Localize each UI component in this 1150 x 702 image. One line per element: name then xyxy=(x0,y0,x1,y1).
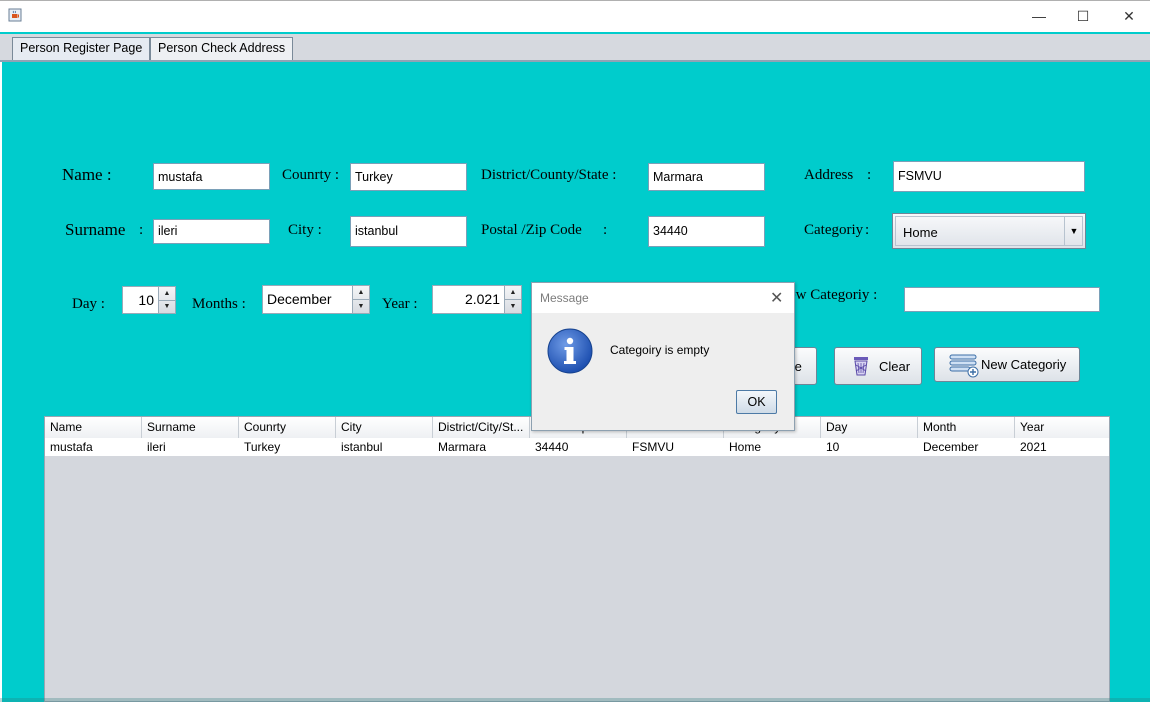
ok-button[interactable]: OK xyxy=(736,390,777,414)
country-field[interactable]: Turkey xyxy=(350,163,467,191)
name-label: Name : xyxy=(62,165,112,184)
trash-icon xyxy=(849,354,873,378)
column-header[interactable]: District/City/St... xyxy=(433,417,530,438)
dialog-close-icon[interactable]: ✕ xyxy=(770,288,783,308)
address-field[interactable]: FSMVU xyxy=(893,161,1085,192)
column-header[interactable]: Surname xyxy=(142,417,239,438)
column-header[interactable]: Name xyxy=(45,417,142,438)
district-field[interactable]: Marmara xyxy=(648,163,765,191)
table-cell[interactable]: ileri xyxy=(142,438,239,456)
column-header[interactable]: Year xyxy=(1015,417,1109,438)
spin-up-icon[interactable]: ▲ xyxy=(353,286,369,299)
table-cell[interactable]: December xyxy=(918,438,1015,456)
surname-colon: : xyxy=(139,222,144,238)
table-cell[interactable]: 34440 xyxy=(530,438,627,456)
table-row[interactable]: mustafa ileri Turkey istanbul Marmara 34… xyxy=(45,438,1109,456)
table-cell[interactable]: 2021 xyxy=(1015,438,1109,456)
day-label: Day : xyxy=(72,296,105,312)
minimize-button[interactable]: — xyxy=(1016,0,1062,32)
table-cell[interactable]: Turkey xyxy=(239,438,336,456)
person-table[interactable] xyxy=(44,416,1110,702)
address-colon: : xyxy=(867,167,872,183)
postal-label: Postal /Zip Code xyxy=(481,222,582,238)
category-colon: : xyxy=(865,222,870,238)
window-title-bar xyxy=(0,0,1150,32)
column-header[interactable]: Counrty xyxy=(239,417,336,438)
country-label: Counrty : xyxy=(282,167,340,183)
table-cell[interactable]: FSMVU xyxy=(627,438,724,456)
table-cell[interactable]: Home xyxy=(724,438,821,456)
dialog-message: Categoiry is empty xyxy=(610,343,710,357)
new-category-label: ew Categoriy : xyxy=(789,287,878,303)
message-dialog: Message ✕ Categoiry is empty OK xyxy=(531,282,795,431)
table-cell[interactable]: mustafa xyxy=(45,438,142,456)
spin-down-icon[interactable]: ▼ xyxy=(505,299,521,313)
tab-person-check-address[interactable]: Person Check Address xyxy=(150,37,294,60)
name-field[interactable]: mustafa xyxy=(153,163,270,190)
day-value[interactable]: 10 xyxy=(123,287,158,313)
column-header[interactable]: City xyxy=(336,417,433,438)
new-category-button-label: New Categoriy xyxy=(981,357,1067,372)
spin-down-icon[interactable]: ▼ xyxy=(159,299,175,314)
surname-field[interactable]: ileri xyxy=(153,219,270,244)
city-label: City : xyxy=(288,222,322,238)
clear-button[interactable]: Clear xyxy=(834,347,922,385)
month-spinner[interactable]: December ▲ ▼ xyxy=(262,285,370,314)
table-cell[interactable]: 10 xyxy=(821,438,918,456)
chevron-down-icon[interactable]: ▼ xyxy=(1064,217,1083,245)
info-icon xyxy=(547,328,593,374)
surname-label: Surname xyxy=(65,220,126,239)
close-button[interactable]: ✕ xyxy=(1106,0,1150,32)
new-category-button[interactable]: New Categoriy xyxy=(934,347,1080,382)
column-header[interactable]: Month xyxy=(918,417,1015,438)
day-spinner[interactable]: 10 ▲ ▼ xyxy=(122,286,176,314)
year-label: Year : xyxy=(382,296,418,312)
postal-field[interactable]: 34440 xyxy=(648,216,765,247)
city-field[interactable]: istanbul xyxy=(350,216,467,247)
add-list-icon xyxy=(949,352,981,378)
year-spinner[interactable]: 2.021 ▲ ▼ xyxy=(432,285,522,314)
address-label: Address xyxy=(804,167,854,183)
category-label: Categoriy xyxy=(804,222,864,238)
table-cell[interactable]: istanbul xyxy=(336,438,433,456)
bottom-edge xyxy=(0,698,1150,702)
month-value[interactable]: December xyxy=(263,286,352,313)
column-header[interactable]: Day xyxy=(821,417,918,438)
java-cup-icon xyxy=(8,8,22,22)
year-value[interactable]: 2.021 xyxy=(433,286,504,313)
spin-down-icon[interactable]: ▼ xyxy=(353,299,369,313)
district-label: District/County/State : xyxy=(481,167,617,183)
spin-up-icon[interactable]: ▲ xyxy=(505,286,521,299)
table-cell[interactable]: Marmara xyxy=(433,438,530,456)
tab-person-register-page[interactable]: Person Register Page xyxy=(12,37,151,60)
dialog-title: Message xyxy=(540,291,589,305)
category-combo-inner: Home ▼ xyxy=(895,216,1083,246)
months-label: Months : xyxy=(192,296,246,312)
maximize-button[interactable]: ☐ xyxy=(1060,0,1106,32)
clear-button-label: Clear xyxy=(879,358,911,374)
postal-colon: : xyxy=(603,222,608,238)
category-selected-value: Home xyxy=(903,225,938,240)
new-category-field[interactable] xyxy=(904,287,1100,312)
category-combo[interactable]: Home ▼ xyxy=(892,213,1086,249)
spin-up-icon[interactable]: ▲ xyxy=(159,287,175,300)
